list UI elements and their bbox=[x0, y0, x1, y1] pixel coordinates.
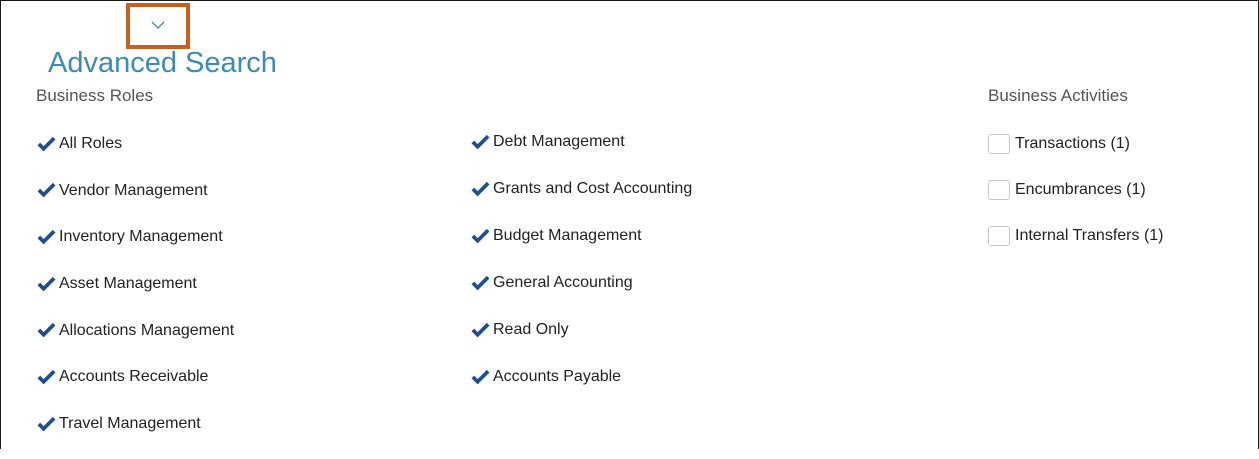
checkbox-label: Encumbrances (1) bbox=[1015, 181, 1146, 198]
role-checkbox-debt-management[interactable]: Debt Management bbox=[470, 130, 692, 154]
business-roles-heading: Business Roles bbox=[36, 86, 154, 105]
checkbox-label: Allocations Management bbox=[59, 321, 235, 339]
role-checkbox-inventory-management[interactable]: Inventory Management bbox=[36, 225, 234, 249]
role-checkbox-allocations-management[interactable]: Allocations Management bbox=[36, 319, 234, 343]
checkbox-label: Debt Management bbox=[493, 133, 625, 150]
checkmark-icon bbox=[470, 368, 491, 386]
advanced-search-panel: Advanced Search Business Roles Business … bbox=[0, 0, 1259, 449]
activity-checkbox-transactions[interactable]: Transactions (1) bbox=[988, 132, 1164, 156]
checkmark-icon bbox=[36, 182, 57, 200]
role-checkbox-asset-management[interactable]: Asset Management bbox=[36, 272, 234, 296]
checkbox-label: Grants and Cost Accounting bbox=[493, 180, 693, 197]
checkmark-icon bbox=[470, 133, 491, 151]
checkbox-label: Read Only bbox=[493, 321, 569, 338]
activity-checkbox-internal-transfers[interactable]: Internal Transfers (1) bbox=[988, 224, 1164, 248]
unchecked-box[interactable] bbox=[988, 180, 1010, 200]
unchecked-box[interactable] bbox=[988, 226, 1010, 246]
unchecked-box[interactable] bbox=[988, 134, 1010, 154]
business-roles-column-1: All Roles Vendor Management Inventory Ma… bbox=[36, 132, 234, 459]
business-roles-column-2: Debt Management Grants and Cost Accounti… bbox=[470, 130, 692, 412]
checkmark-icon bbox=[36, 275, 57, 293]
activity-checkbox-encumbrances[interactable]: Encumbrances (1) bbox=[988, 178, 1164, 202]
checkbox-label: Internal Transfers (1) bbox=[1015, 227, 1164, 244]
role-checkbox-read-only[interactable]: Read Only bbox=[470, 318, 692, 342]
role-checkbox-budget-management[interactable]: Budget Management bbox=[470, 224, 692, 248]
page-title: Advanced Search bbox=[48, 47, 277, 79]
checkbox-label: All Roles bbox=[59, 135, 123, 152]
role-checkbox-accounts-receivable[interactable]: Accounts Receivable bbox=[36, 365, 234, 389]
business-activities-heading: Business Activities bbox=[988, 86, 1128, 105]
business-activities-column: Transactions (1) Encumbrances (1) Intern… bbox=[988, 132, 1164, 270]
checkbox-label: Budget Management bbox=[493, 227, 642, 244]
role-checkbox-accounts-payable[interactable]: Accounts Payable bbox=[470, 365, 692, 389]
checkbox-label: Asset Management bbox=[59, 275, 197, 293]
checkmark-icon bbox=[470, 180, 491, 198]
checkmark-icon bbox=[470, 321, 491, 339]
collapse-toggle-button[interactable] bbox=[126, 3, 190, 49]
checkbox-label: Vendor Management bbox=[59, 181, 208, 199]
checkmark-icon bbox=[36, 415, 57, 433]
chevron-down-icon bbox=[151, 21, 165, 29]
checkbox-label: Travel Management bbox=[59, 415, 201, 433]
checkmark-icon bbox=[470, 227, 491, 245]
checkmark-icon bbox=[36, 135, 57, 153]
checkmark-icon bbox=[470, 274, 491, 292]
role-checkbox-all-roles[interactable]: All Roles bbox=[36, 132, 234, 156]
checkbox-label: Accounts Payable bbox=[493, 368, 622, 385]
checkmark-icon bbox=[36, 368, 57, 386]
role-checkbox-general-accounting[interactable]: General Accounting bbox=[470, 271, 692, 295]
checkbox-label: General Accounting bbox=[493, 274, 633, 291]
role-checkbox-vendor-management[interactable]: Vendor Management bbox=[36, 179, 234, 203]
role-checkbox-grants-and-cost-accounting[interactable]: Grants and Cost Accounting bbox=[470, 177, 692, 201]
checkmark-icon bbox=[36, 228, 57, 246]
checkbox-label: Transactions (1) bbox=[1015, 135, 1130, 152]
checkbox-label: Accounts Receivable bbox=[59, 368, 209, 386]
checkbox-label: Inventory Management bbox=[59, 228, 223, 246]
checkmark-icon bbox=[36, 322, 57, 340]
role-checkbox-travel-management[interactable]: Travel Management bbox=[36, 412, 234, 436]
